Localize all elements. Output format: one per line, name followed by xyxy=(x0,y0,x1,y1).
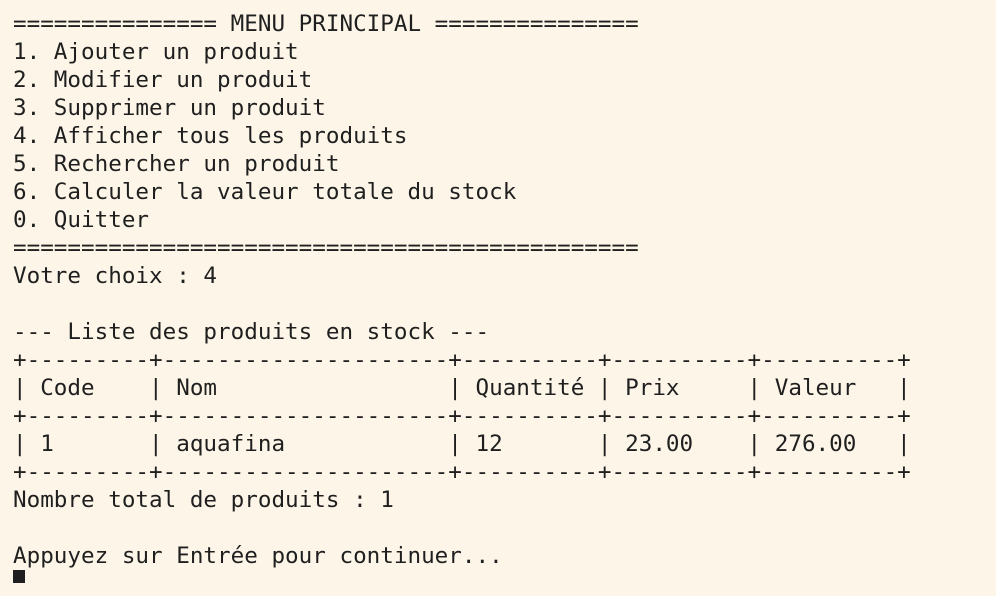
terminal-window[interactable]: =============== MENU PRINCIPAL =========… xyxy=(0,0,996,585)
text-cursor[interactable] xyxy=(13,570,25,583)
menu-footer: ========================================… xyxy=(13,235,639,261)
table-row: | 1 | aquafina | 12 | 23.00 | 276.00 | xyxy=(13,431,911,457)
table-border-bottom: +---------+---------------------+-------… xyxy=(13,459,911,485)
table-border-middle: +---------+---------------------+-------… xyxy=(13,403,911,429)
menu-item-delete: 3. Supprimer un produit xyxy=(13,95,326,121)
menu-item-search: 5. Rechercher un produit xyxy=(13,151,340,177)
menu-item-total-value: 6. Calculer la valeur totale du stock xyxy=(13,179,517,205)
menu-item-add: 1. Ajouter un produit xyxy=(13,39,299,65)
cursor-line xyxy=(13,570,996,584)
menu-header: =============== MENU PRINCIPAL =========… xyxy=(13,11,639,37)
total-products: Nombre total de produits : 1 xyxy=(13,487,394,513)
table-border-top: +---------+---------------------+-------… xyxy=(13,347,911,373)
menu-item-edit: 2. Modifier un produit xyxy=(13,67,313,93)
menu-item-list: 4. Afficher tous les produits xyxy=(13,123,408,149)
table-header-row: | Code | Nom | Quantité | Prix | Valeur … xyxy=(13,375,911,401)
menu-item-quit: 0. Quitter xyxy=(13,207,150,233)
continue-prompt: Appuyez sur Entrée pour continuer... xyxy=(13,543,503,569)
product-list-title: --- Liste des produits en stock --- xyxy=(13,319,490,345)
choice-prompt: Votre choix : 4 xyxy=(13,263,218,289)
